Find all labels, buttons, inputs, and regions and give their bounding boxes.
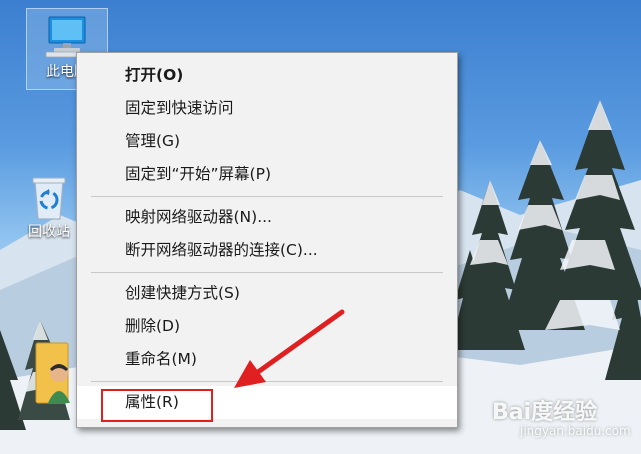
watermark-brand: Bai度经验	[492, 400, 598, 425]
watermark-logo: Bai度经验	[492, 394, 597, 426]
watermark-url: jingyan.baidu.com	[520, 424, 631, 438]
annotation-arrow-icon	[234, 309, 345, 388]
